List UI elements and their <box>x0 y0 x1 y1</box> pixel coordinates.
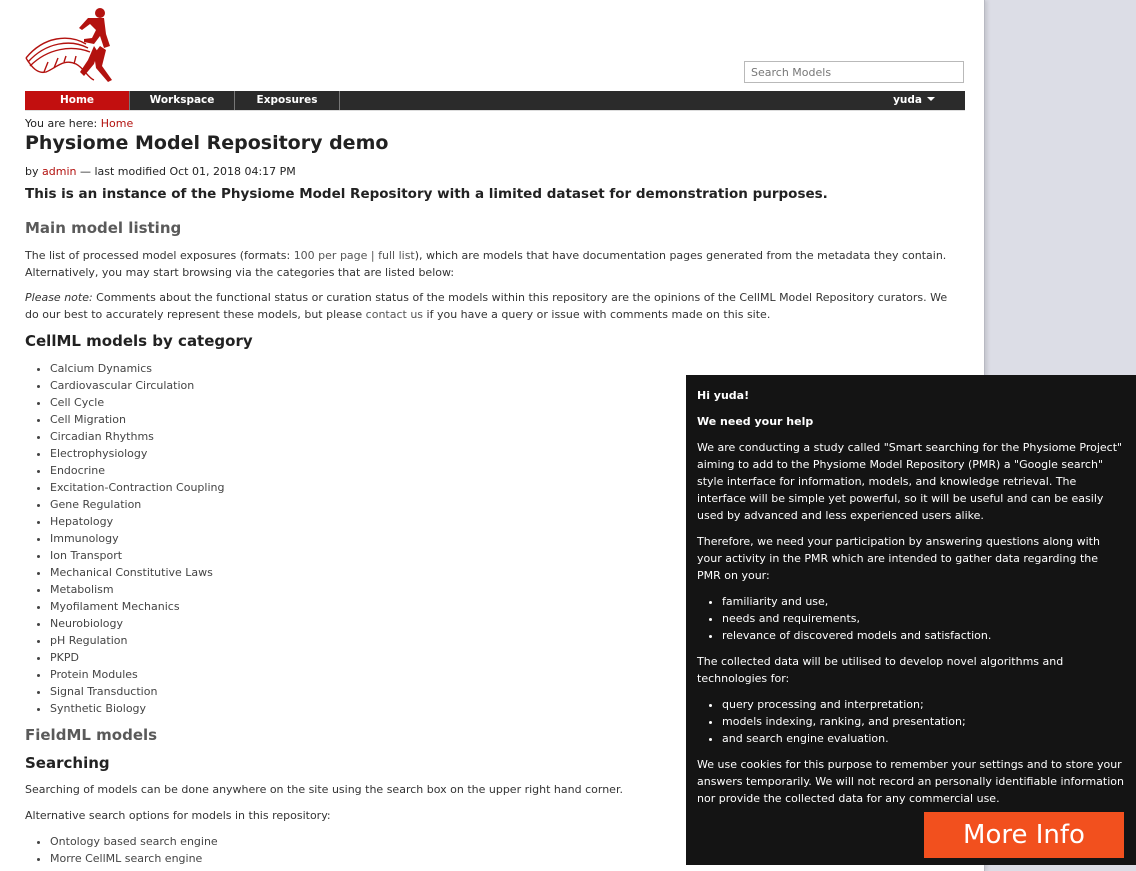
popup-paragraph-4: We use cookies for this purpose to remem… <box>697 758 1124 805</box>
main-listing-text: The list of processed model exposures (f… <box>25 247 960 281</box>
category-link[interactable]: Cardiovascular Circulation <box>50 377 224 394</box>
full-list-link[interactable]: full list <box>378 249 415 262</box>
list-item: relevance of discovered models and satis… <box>722 627 1125 644</box>
popup-paragraph-1: We are conducting a study called "Smart … <box>697 441 1123 522</box>
category-link[interactable]: Protein Modules <box>50 666 224 683</box>
main-navigation: Home Workspace Exposures yuda <box>25 91 965 111</box>
lead-text: This is an instance of the Physiome Mode… <box>25 186 828 202</box>
caret-down-icon <box>927 97 935 101</box>
category-link[interactable]: Metabolism <box>50 581 224 598</box>
category-link[interactable]: Circadian Rhythms <box>50 428 224 445</box>
category-link[interactable]: Immunology <box>50 530 224 547</box>
category-link[interactable]: Excitation-Contraction Coupling <box>50 479 224 496</box>
popup-list-2: query processing and interpretation;mode… <box>697 696 1125 747</box>
more-info-button[interactable]: More Info <box>924 812 1124 858</box>
100-per-page-link[interactable]: 100 per page <box>294 249 368 262</box>
popup-paragraph-2: Therefore, we need your participation by… <box>697 535 1100 582</box>
curation-note: Please note: Comments about the function… <box>25 289 960 323</box>
list-item: needs and requirements, <box>722 610 1125 627</box>
search-options-list: Ontology based search engineMorre CellML… <box>25 833 218 867</box>
page-title: Physiome Model Repository demo <box>25 132 389 154</box>
last-modified: — last modified Oct 01, 2018 04:17 PM <box>76 165 296 178</box>
category-link[interactable]: Mechanical Constitutive Laws <box>50 564 224 581</box>
user-name: yuda <box>893 94 922 106</box>
category-link[interactable]: Cell Migration <box>50 411 224 428</box>
category-link[interactable]: Myofilament Mechanics <box>50 598 224 615</box>
breadcrumb: You are here: Home <box>25 117 133 130</box>
list-item: models indexing, ranking, and presentati… <box>722 713 1125 730</box>
search-option-link[interactable]: Ontology based search engine <box>50 833 218 850</box>
category-list: Calcium DynamicsCardiovascular Circulati… <box>25 360 224 717</box>
note-text-b: if you have a query or issue with commen… <box>423 308 771 321</box>
category-link[interactable]: Endocrine <box>50 462 224 479</box>
category-link[interactable]: Neurobiology <box>50 615 224 632</box>
byline: by admin — last modified Oct 01, 2018 04… <box>25 165 296 178</box>
main-listing-heading[interactable]: Main model listing <box>25 219 181 237</box>
list-item: familiarity and use, <box>722 593 1125 610</box>
popup-list-1: familiarity and use,needs and requiremen… <box>697 593 1125 644</box>
breadcrumb-home-link[interactable]: Home <box>101 117 133 130</box>
category-link[interactable]: Cell Cycle <box>50 394 224 411</box>
note-label: Please note: <box>25 291 93 304</box>
category-link[interactable]: Signal Transduction <box>50 683 224 700</box>
format-separator: | <box>367 249 379 262</box>
cellml-category-heading: CellML models by category <box>25 332 253 350</box>
category-link[interactable]: Calcium Dynamics <box>50 360 224 377</box>
category-link[interactable]: Synthetic Biology <box>50 700 224 717</box>
user-menu[interactable]: yuda <box>893 91 935 110</box>
physiome-logo[interactable] <box>24 6 116 84</box>
tab-home[interactable]: Home <box>25 91 130 110</box>
category-link[interactable]: Gene Regulation <box>50 496 224 513</box>
category-link[interactable]: Hepatology <box>50 513 224 530</box>
popup-heading: We need your help <box>697 415 814 428</box>
search-models-input[interactable] <box>744 61 964 83</box>
breadcrumb-prefix: You are here: <box>25 117 101 130</box>
category-link[interactable]: Ion Transport <box>50 547 224 564</box>
tab-exposures[interactable]: Exposures <box>235 91 340 110</box>
search-option-link[interactable]: Morre CellML search engine <box>50 850 218 867</box>
author-link[interactable]: admin <box>42 165 76 178</box>
category-link[interactable]: Electrophysiology <box>50 445 224 462</box>
list-item: and search engine evaluation. <box>722 730 1125 747</box>
list-item: query processing and interpretation; <box>722 696 1125 713</box>
tab-workspace[interactable]: Workspace <box>130 91 235 110</box>
survey-popup: Hi yuda! We need your help We are conduc… <box>686 375 1136 865</box>
popup-paragraph-3: The collected data will be utilised to d… <box>697 655 1064 685</box>
category-link[interactable]: pH Regulation <box>50 632 224 649</box>
byline-by: by <box>25 165 42 178</box>
fieldml-heading[interactable]: FieldML models <box>25 726 157 744</box>
contact-us-link[interactable]: contact us <box>366 308 423 321</box>
searching-heading: Searching <box>25 754 110 772</box>
popup-greeting: Hi yuda! <box>697 389 750 402</box>
main-listing-text-a: The list of processed model exposures (f… <box>25 249 294 262</box>
category-link[interactable]: PKPD <box>50 649 224 666</box>
